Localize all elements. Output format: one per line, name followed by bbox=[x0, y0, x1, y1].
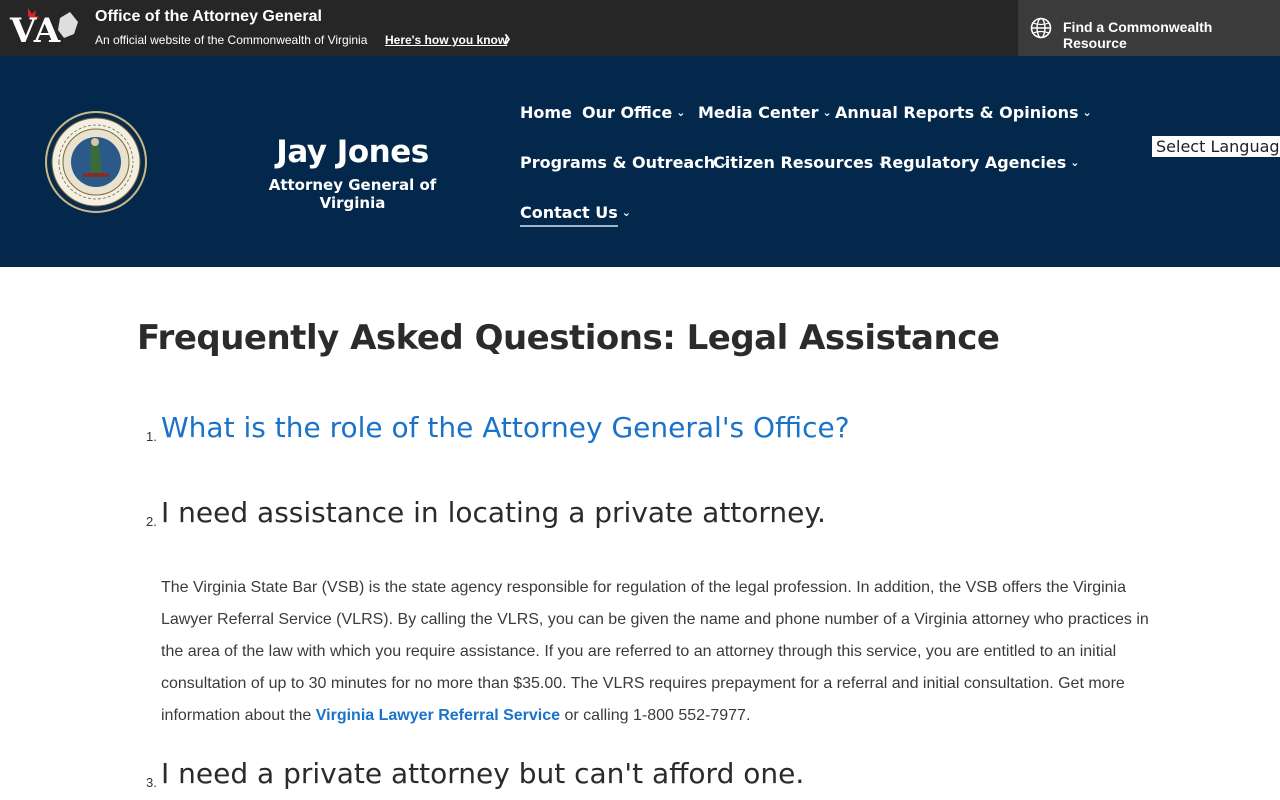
question-number: 1. bbox=[146, 429, 157, 444]
faq-answer-locating-attorney: The Virginia State Bar (VSB) is the stat… bbox=[161, 572, 1151, 732]
virginia-logo-icon[interactable]: VA bbox=[8, 4, 82, 51]
chevron-down-icon: ⌄ bbox=[676, 106, 686, 119]
answer-text-end: or calling 1-800 552-7977. bbox=[560, 707, 751, 724]
question-number: 2. bbox=[146, 514, 157, 529]
nav-our-office[interactable]: Our Office ⌄ bbox=[582, 103, 685, 122]
find-resource-label: Find a Commonwealth Resource bbox=[1063, 19, 1213, 51]
office-title: Office of the Attorney General bbox=[95, 8, 322, 25]
chevron-down-icon[interactable]: ❯ bbox=[503, 34, 511, 45]
page-title: Frequently Asked Questions: Legal Assist… bbox=[137, 318, 1000, 358]
attorney-general-name: Jay Jones bbox=[276, 134, 429, 170]
find-commonwealth-resource-button[interactable]: Find a Commonwealth Resource bbox=[1018, 0, 1280, 56]
site-header: Jay Jones Attorney General of Virginia H… bbox=[0, 56, 1280, 267]
official-website-text: An official website of the Commonwealth … bbox=[95, 33, 368, 47]
faq-question-role-of-office[interactable]: What is the role of the Attorney General… bbox=[161, 411, 850, 444]
virginia-lawyer-referral-service-link[interactable]: Virginia Lawyer Referral Service bbox=[316, 707, 560, 724]
chevron-down-icon: ⌄ bbox=[822, 106, 832, 119]
faq-question-afford-attorney[interactable]: I need a private attorney but can't affo… bbox=[161, 757, 804, 790]
nav-contact-us[interactable]: Contact Us ⌄ bbox=[520, 203, 632, 227]
nav-home[interactable]: Home bbox=[520, 103, 572, 122]
chevron-down-icon: ⌄ bbox=[621, 206, 632, 219]
chevron-down-icon: ⌄ bbox=[1070, 156, 1080, 169]
official-site-banner: VA Office of the Attorney General An off… bbox=[0, 0, 1280, 56]
language-select[interactable]: Select Language bbox=[1152, 136, 1280, 157]
nav-media-center[interactable]: Media Center ⌄ bbox=[698, 103, 832, 122]
globe-icon bbox=[1030, 17, 1052, 39]
nav-programs-outreach[interactable]: Programs & Outreach ⌄ bbox=[520, 153, 728, 172]
svg-text:VA: VA bbox=[9, 11, 61, 46]
nav-annual-reports-opinions[interactable]: Annual Reports & Opinions ⌄ bbox=[835, 103, 1092, 122]
question-number: 3. bbox=[146, 775, 157, 790]
nav-citizen-resources[interactable]: Citizen Resources ⌄ bbox=[713, 153, 887, 172]
answer-text: The Virginia State Bar (VSB) is the stat… bbox=[161, 579, 1149, 724]
faq-question-locating-attorney[interactable]: I need assistance in locating a private … bbox=[161, 496, 826, 529]
attorney-general-seal-icon[interactable] bbox=[45, 111, 147, 213]
nav-regulatory-agencies[interactable]: Regulatory Agencies ⌄ bbox=[880, 153, 1079, 172]
chevron-down-icon: ⌄ bbox=[1082, 106, 1092, 119]
attorney-general-title: Attorney General of Virginia bbox=[268, 176, 437, 212]
heres-how-you-know-link[interactable]: Here's how you know bbox=[385, 33, 507, 47]
